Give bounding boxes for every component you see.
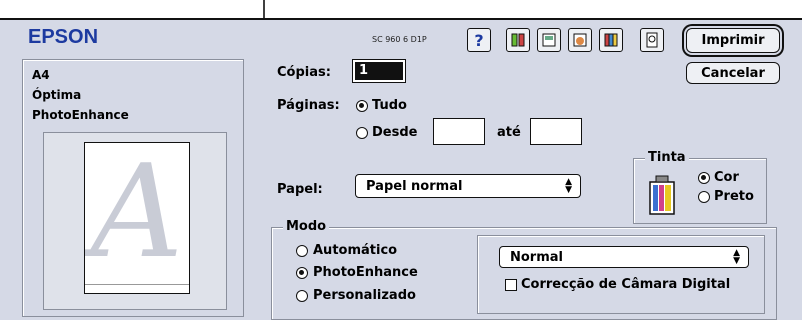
copies-value: 1 [355, 62, 403, 80]
print-dialog: EPSON SC 960 6 D1P ? Imprimir Cancelar A… [0, 18, 802, 320]
paper-select[interactable]: Papel normal ▲ ▼ [355, 174, 581, 198]
print-button[interactable]: Imprimir [686, 28, 780, 53]
mode-photoenhance-radio[interactable] [296, 267, 308, 279]
pages-from-field[interactable] [433, 118, 485, 145]
layout-button[interactable] [537, 28, 561, 52]
ink-color-label: Cor [714, 170, 739, 185]
mode-photoenhance-label: PhotoEnhance [313, 265, 418, 280]
copies-label: Cópias: [277, 65, 331, 80]
mode-custom-radio[interactable] [296, 290, 308, 302]
copies-field[interactable]: 1 [352, 59, 406, 83]
preview-icon [646, 32, 658, 48]
preview-frame: A [43, 132, 227, 310]
pages-to-field[interactable] [530, 118, 582, 145]
digital-camera-label: Correcção de Câmara Digital [521, 277, 731, 292]
tone-select-value: Normal [510, 249, 563, 265]
mode-automatic-label: Automático [313, 243, 398, 258]
paper-select-value: Papel normal [366, 178, 463, 194]
tone-select[interactable]: Normal ▲ ▼ [499, 246, 749, 268]
pages-from-label: Desde [372, 125, 418, 140]
paper-label: Papel: [277, 182, 323, 197]
summary-quality: Óptima [32, 88, 82, 102]
background-print-button[interactable] [568, 28, 592, 52]
mode-custom-label: Personalizado [313, 288, 416, 303]
background-print-icon [573, 33, 587, 47]
help-button[interactable]: ? [467, 28, 491, 52]
utility-button[interactable] [599, 28, 623, 52]
mode-title: Modo [283, 219, 330, 234]
pages-all-radio[interactable] [356, 100, 368, 112]
summary-panel: A4 Óptima PhotoEnhance A [22, 59, 244, 317]
chevron-up-down-icon: ▲ ▼ [733, 248, 740, 266]
ink-black-label: Preto [714, 189, 754, 204]
mode-automatic-radio[interactable] [296, 245, 308, 257]
utility-icon [604, 33, 618, 47]
ink-title: Tinta [645, 150, 689, 165]
pages-from-radio[interactable] [356, 127, 368, 139]
printer-model: SC 960 6 D1P [372, 35, 427, 44]
preview-letter: A [90, 142, 184, 287]
preview-margin [85, 284, 189, 285]
print-options-icon [511, 33, 525, 47]
epson-logo: EPSON [28, 26, 99, 48]
digital-camera-checkbox[interactable] [505, 279, 517, 291]
ink-cartridge-icon [649, 175, 675, 215]
summary-mode: PhotoEnhance [32, 108, 129, 122]
cancel-button[interactable]: Cancelar [686, 62, 780, 84]
pages-label: Páginas: [277, 98, 340, 113]
ink-color-radio[interactable] [698, 172, 710, 184]
summary-paper-size: A4 [32, 68, 50, 82]
pages-to-label: até [497, 125, 521, 140]
help-icon: ? [474, 30, 484, 50]
ink-black-radio[interactable] [698, 191, 710, 203]
preview-button[interactable] [640, 28, 664, 52]
pages-all-label: Tudo [372, 98, 407, 113]
layout-icon [542, 33, 556, 47]
print-options-button[interactable] [506, 28, 530, 52]
page-preview: A [84, 142, 190, 294]
chevron-up-down-icon: ▲ ▼ [565, 177, 572, 195]
